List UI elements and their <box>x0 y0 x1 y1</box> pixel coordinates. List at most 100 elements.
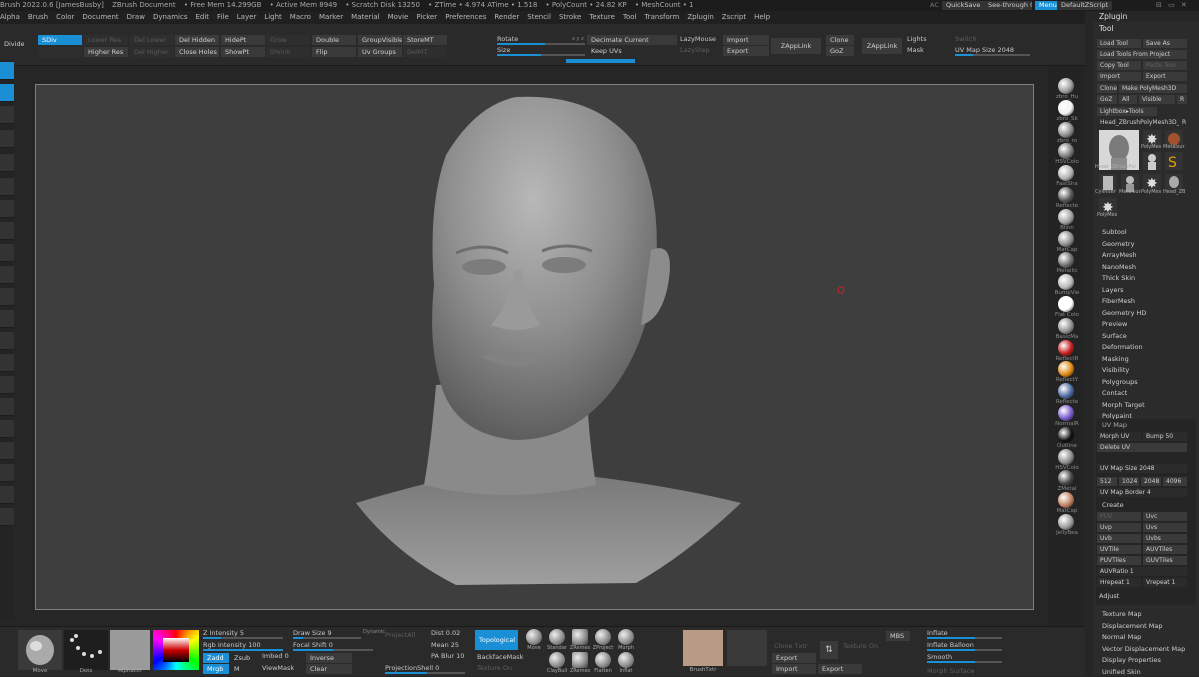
morph-uv-button[interactable]: Morph UV <box>1097 432 1141 441</box>
material-swatch-icon[interactable] <box>1058 252 1074 269</box>
puvtiles-button[interactable]: PUVTiles <box>1097 556 1141 565</box>
save-as-button[interactable]: Save As <box>1143 39 1187 48</box>
zsub-button[interactable]: Zsub <box>230 653 256 663</box>
imbed-label[interactable]: Imbed 0 <box>262 651 289 661</box>
uvc-button[interactable]: Uvc <box>1143 512 1187 521</box>
goz-tool-button[interactable]: GoZ <box>1097 95 1117 104</box>
current-tool-slider[interactable]: Head_ZBrushPolyMesh3D_52 <box>1097 118 1179 127</box>
hrepeat-slider[interactable]: Hrepeat 1 <box>1097 578 1141 587</box>
menu-color[interactable]: Color <box>56 13 74 21</box>
uv-map-size-panel-slider[interactable]: UV Map Size 2048 <box>1097 464 1187 473</box>
actual-icon[interactable] <box>0 508 14 526</box>
transp-icon[interactable] <box>0 398 14 416</box>
material-swatch-icon[interactable] <box>1058 296 1074 312</box>
material-swatch-icon[interactable] <box>1058 274 1074 291</box>
import-tool-button[interactable]: Import <box>1097 72 1141 81</box>
goz-button[interactable]: GoZ <box>826 46 854 56</box>
lower-res-button[interactable]: Lower Res <box>84 35 128 45</box>
clear-button[interactable]: Clear <box>306 664 352 674</box>
store-mt-button[interactable]: StoreMT <box>403 35 447 45</box>
texture-flip-icon[interactable]: ⇅ <box>820 641 838 659</box>
material-swatch-icon[interactable] <box>1058 339 1074 356</box>
del-mt-button[interactable]: DelMT <box>403 47 447 57</box>
dynamic-icon[interactable] <box>0 486 14 504</box>
tool-header[interactable]: Tool <box>1099 24 1114 33</box>
brush-inflat-icon[interactable] <box>618 652 634 668</box>
lightbox-tools-button[interactable]: Lightbox▸Tools <box>1097 107 1157 116</box>
floor-icon[interactable] <box>0 266 14 284</box>
higher-res-button[interactable]: Higher Res <box>84 47 128 57</box>
lights-button[interactable]: Lights <box>907 34 927 44</box>
canvas-viewport[interactable] <box>35 84 1034 610</box>
create-section[interactable]: Create <box>1102 500 1124 510</box>
goz-r-button[interactable]: R <box>1177 95 1187 104</box>
subpalette-display-properties[interactable]: Display Properties <box>1102 655 1161 665</box>
clone-button[interactable]: Clone <box>826 35 854 45</box>
texture-on-button-2[interactable]: Texture On <box>843 641 878 651</box>
subpalette-nanomesh[interactable]: NanoMesh <box>1102 262 1136 272</box>
flip-button[interactable]: Flip <box>312 47 356 57</box>
menu-file[interactable]: File <box>217 13 229 21</box>
menu-transform[interactable]: Transform <box>645 13 680 21</box>
menu-preferences[interactable]: Preferences <box>445 13 486 21</box>
puv-button[interactable]: PUV <box>1097 512 1141 521</box>
subpalette-geometry-hd[interactable]: Geometry HD <box>1102 308 1146 318</box>
brush-zproject-icon[interactable] <box>595 629 611 645</box>
material-swatch-icon[interactable] <box>1058 78 1074 94</box>
brush-morph-icon[interactable] <box>618 629 634 645</box>
persp-icon[interactable] <box>0 288 14 306</box>
import-button[interactable]: Import <box>723 35 769 45</box>
projection-shell-slider[interactable] <box>385 672 465 674</box>
subpalette-visibility[interactable]: Visibility <box>1102 365 1129 375</box>
decimate-current-button[interactable]: Decimate Current <box>587 35 677 45</box>
zsub-icon[interactable] <box>0 200 14 218</box>
material-swatch-icon[interactable] <box>1058 208 1074 225</box>
material-swatch-icon[interactable] <box>1058 405 1074 421</box>
load-tools-from-project-button[interactable]: Load Tools From Project <box>1097 50 1187 59</box>
subpalette-texture-map[interactable]: Texture Map <box>1102 609 1142 619</box>
edit-mode-icon[interactable] <box>0 62 14 80</box>
current-tool-r-button[interactable]: R <box>1179 118 1187 127</box>
menu-alpha[interactable]: Alpha <box>0 13 20 21</box>
zadd-icon[interactable] <box>0 178 14 196</box>
texture-on-button[interactable]: Texture On <box>477 663 512 673</box>
double-button[interactable]: Double <box>312 35 356 45</box>
draw-size-slider[interactable] <box>293 637 361 639</box>
menu-picker[interactable]: Picker <box>416 13 437 21</box>
close-holes-button[interactable]: Close Holes <box>175 47 219 57</box>
subpalette-normal-map[interactable]: Normal Map <box>1102 632 1141 642</box>
sculpted-head-model[interactable] <box>36 85 1035 611</box>
lsym-icon[interactable] <box>0 332 14 350</box>
material-swatch-icon[interactable] <box>1058 317 1074 334</box>
material-swatch-icon[interactable] <box>1058 143 1074 160</box>
goz-all-button[interactable]: All <box>1119 95 1137 104</box>
subpalette-surface[interactable]: Surface <box>1102 331 1127 341</box>
auvratio-slider[interactable]: AUVRatio 1 <box>1097 567 1187 576</box>
subpalette-polygroups[interactable]: Polygroups <box>1102 377 1138 387</box>
del-hidden-button[interactable]: Del Hidden <box>175 35 219 45</box>
clone-txtr-button[interactable]: Clone Txtr <box>774 641 808 651</box>
size-slider[interactable] <box>497 54 585 56</box>
texture-export-button-2[interactable]: Export <box>818 664 862 674</box>
menu-dynamics[interactable]: Dynamics <box>153 13 188 21</box>
uvb-button[interactable]: Uvb <box>1097 534 1141 543</box>
subpalette-geometry[interactable]: Geometry <box>1102 239 1134 249</box>
make-polymesh3d-button[interactable]: Make PolyMesh3D <box>1119 84 1187 93</box>
menu-zplugin[interactable]: Zplugin <box>687 13 713 21</box>
hidept-button[interactable]: HidePt <box>221 35 265 45</box>
morph-surface-label[interactable]: Morph Surface <box>927 666 974 676</box>
move-mode-icon[interactable] <box>0 106 14 124</box>
uv-map-header[interactable]: UV Map <box>1102 420 1127 430</box>
window-controls[interactable]: ⊟ ▭ ✕ <box>1156 1 1189 9</box>
z-intensity-slider[interactable] <box>203 637 283 639</box>
draw-mode-icon[interactable] <box>0 84 14 102</box>
del-lower-button[interactable]: Del Lower <box>130 35 174 45</box>
uvtile-button[interactable]: UVTile <box>1097 545 1141 554</box>
uv-groups-button[interactable]: Uv Groups <box>358 47 402 57</box>
subpalette-layers[interactable]: Layers <box>1102 285 1124 295</box>
stroke-dots-thumb[interactable] <box>64 630 108 670</box>
brush-standar-icon[interactable] <box>549 629 565 645</box>
inflate-slider[interactable] <box>927 637 1002 639</box>
quicksave-button[interactable]: QuickSave <box>942 1 985 10</box>
brush-move-icon[interactable] <box>526 629 542 645</box>
